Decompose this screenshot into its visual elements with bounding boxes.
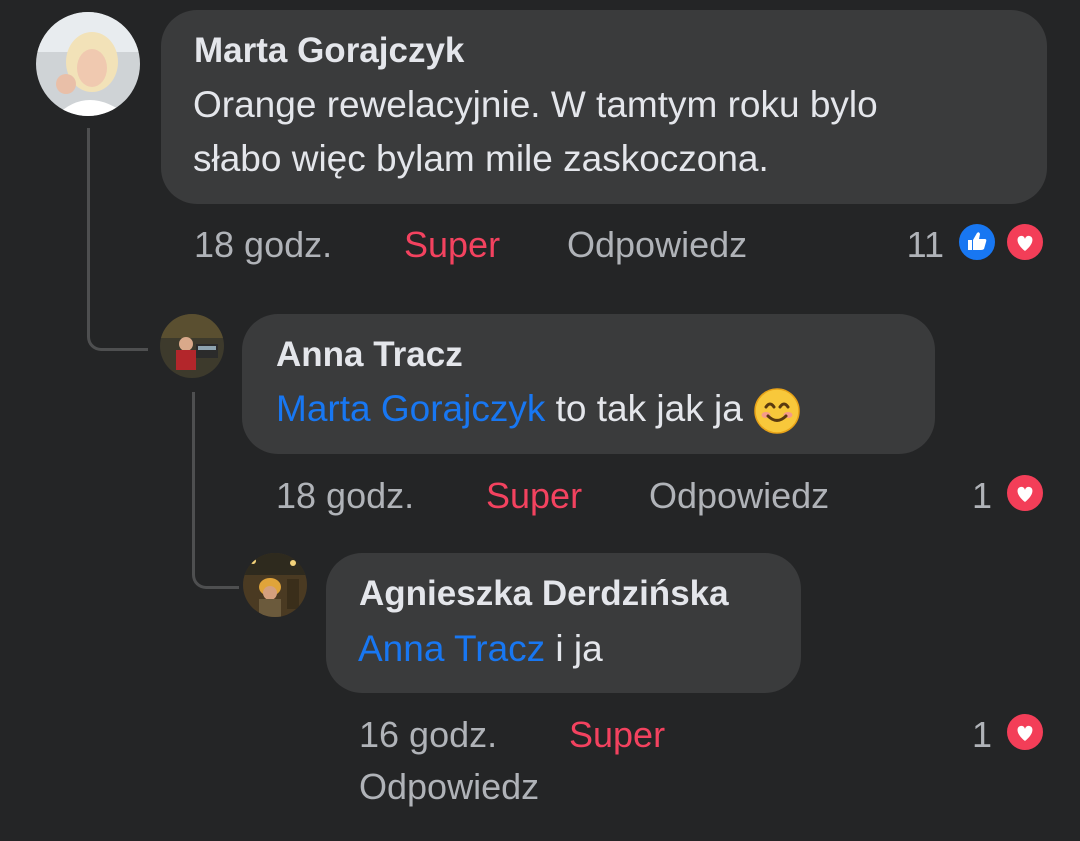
reply-button[interactable]: Odpowiedz [649,475,829,517]
react-button[interactable]: Super [486,475,582,517]
comment-text: Anna Tracz i ja [358,622,603,676]
reply-button[interactable]: Odpowiedz [359,766,539,808]
comment-text: Marta Gorajczyk to tak jak ja [276,382,801,436]
reaction-count[interactable]: 11 [907,224,944,266]
thread-connector-line [87,128,148,351]
comment-author[interactable]: Agnieszka Derdzińska [359,574,729,614]
reply-button[interactable]: Odpowiedz [567,224,747,266]
comment-timestamp[interactable]: 16 godz. [359,714,497,756]
react-button[interactable]: Super [404,224,500,266]
avatar[interactable] [160,314,224,378]
comment-timestamp[interactable]: 18 godz. [194,224,332,266]
like-icon [957,222,997,262]
comment-timestamp[interactable]: 18 godz. [276,475,414,517]
reaction-count[interactable]: 1 [972,714,992,756]
comment-text: Orange rewelacyjnie. W tamtym roku bylo [193,84,878,125]
love-icon [1005,473,1045,513]
comment-text: słabo więc bylam mile zaskoczona. [193,138,769,179]
comment-author[interactable]: Anna Tracz [276,335,463,375]
love-icon [1005,712,1045,752]
love-icon [1005,222,1045,262]
smiling-face-icon [753,387,801,435]
mention-link[interactable]: Marta Gorajczyk [276,388,545,429]
avatar[interactable] [243,553,307,617]
comment-thread: Marta Gorajczyk Orange rewelacyjnie. W t… [0,0,1080,841]
comment-text-span: i ja [545,628,603,669]
reaction-count[interactable]: 1 [972,475,992,517]
react-button[interactable]: Super [569,714,665,756]
mention-link[interactable]: Anna Tracz [358,628,545,669]
comment-author[interactable]: Marta Gorajczyk [194,31,464,71]
comment-text-span: to tak jak ja [545,388,754,429]
avatar[interactable] [36,12,140,116]
thread-connector-line [192,392,239,589]
